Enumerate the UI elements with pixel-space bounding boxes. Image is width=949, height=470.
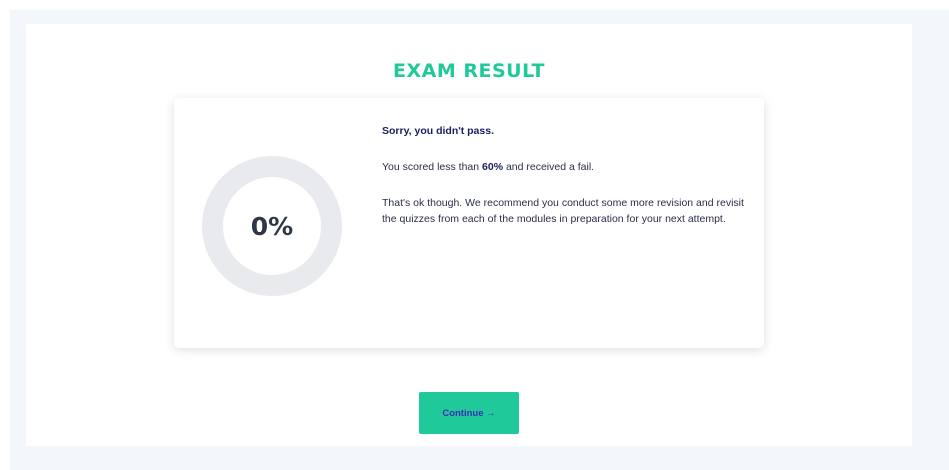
score-percentage: 0% — [251, 212, 293, 241]
continue-button[interactable]: Continue → — [419, 392, 519, 434]
score-line-suffix: and received a fail. — [503, 161, 595, 173]
advice-text: That's ok though. We recommend you condu… — [382, 197, 744, 225]
arrow-right-icon: → — [486, 407, 496, 419]
score-line: You scored less than 60% and received a … — [382, 159, 747, 175]
score-donut: 0% — [202, 156, 342, 296]
exam-result-panel: EXAM RESULT 0% Sorry, you didn't pass. Y… — [26, 24, 912, 446]
page-title: EXAM RESULT — [393, 60, 545, 82]
result-heading: Sorry, you didn't pass. — [382, 125, 494, 137]
continue-label: Continue — [442, 407, 484, 419]
result-message: Sorry, you didn't pass. You scored less … — [382, 123, 747, 227]
score-line-prefix: You scored less than — [382, 161, 483, 173]
pass-threshold: 60% — [482, 161, 504, 173]
result-card: 0% Sorry, you didn't pass. You scored le… — [174, 98, 764, 348]
